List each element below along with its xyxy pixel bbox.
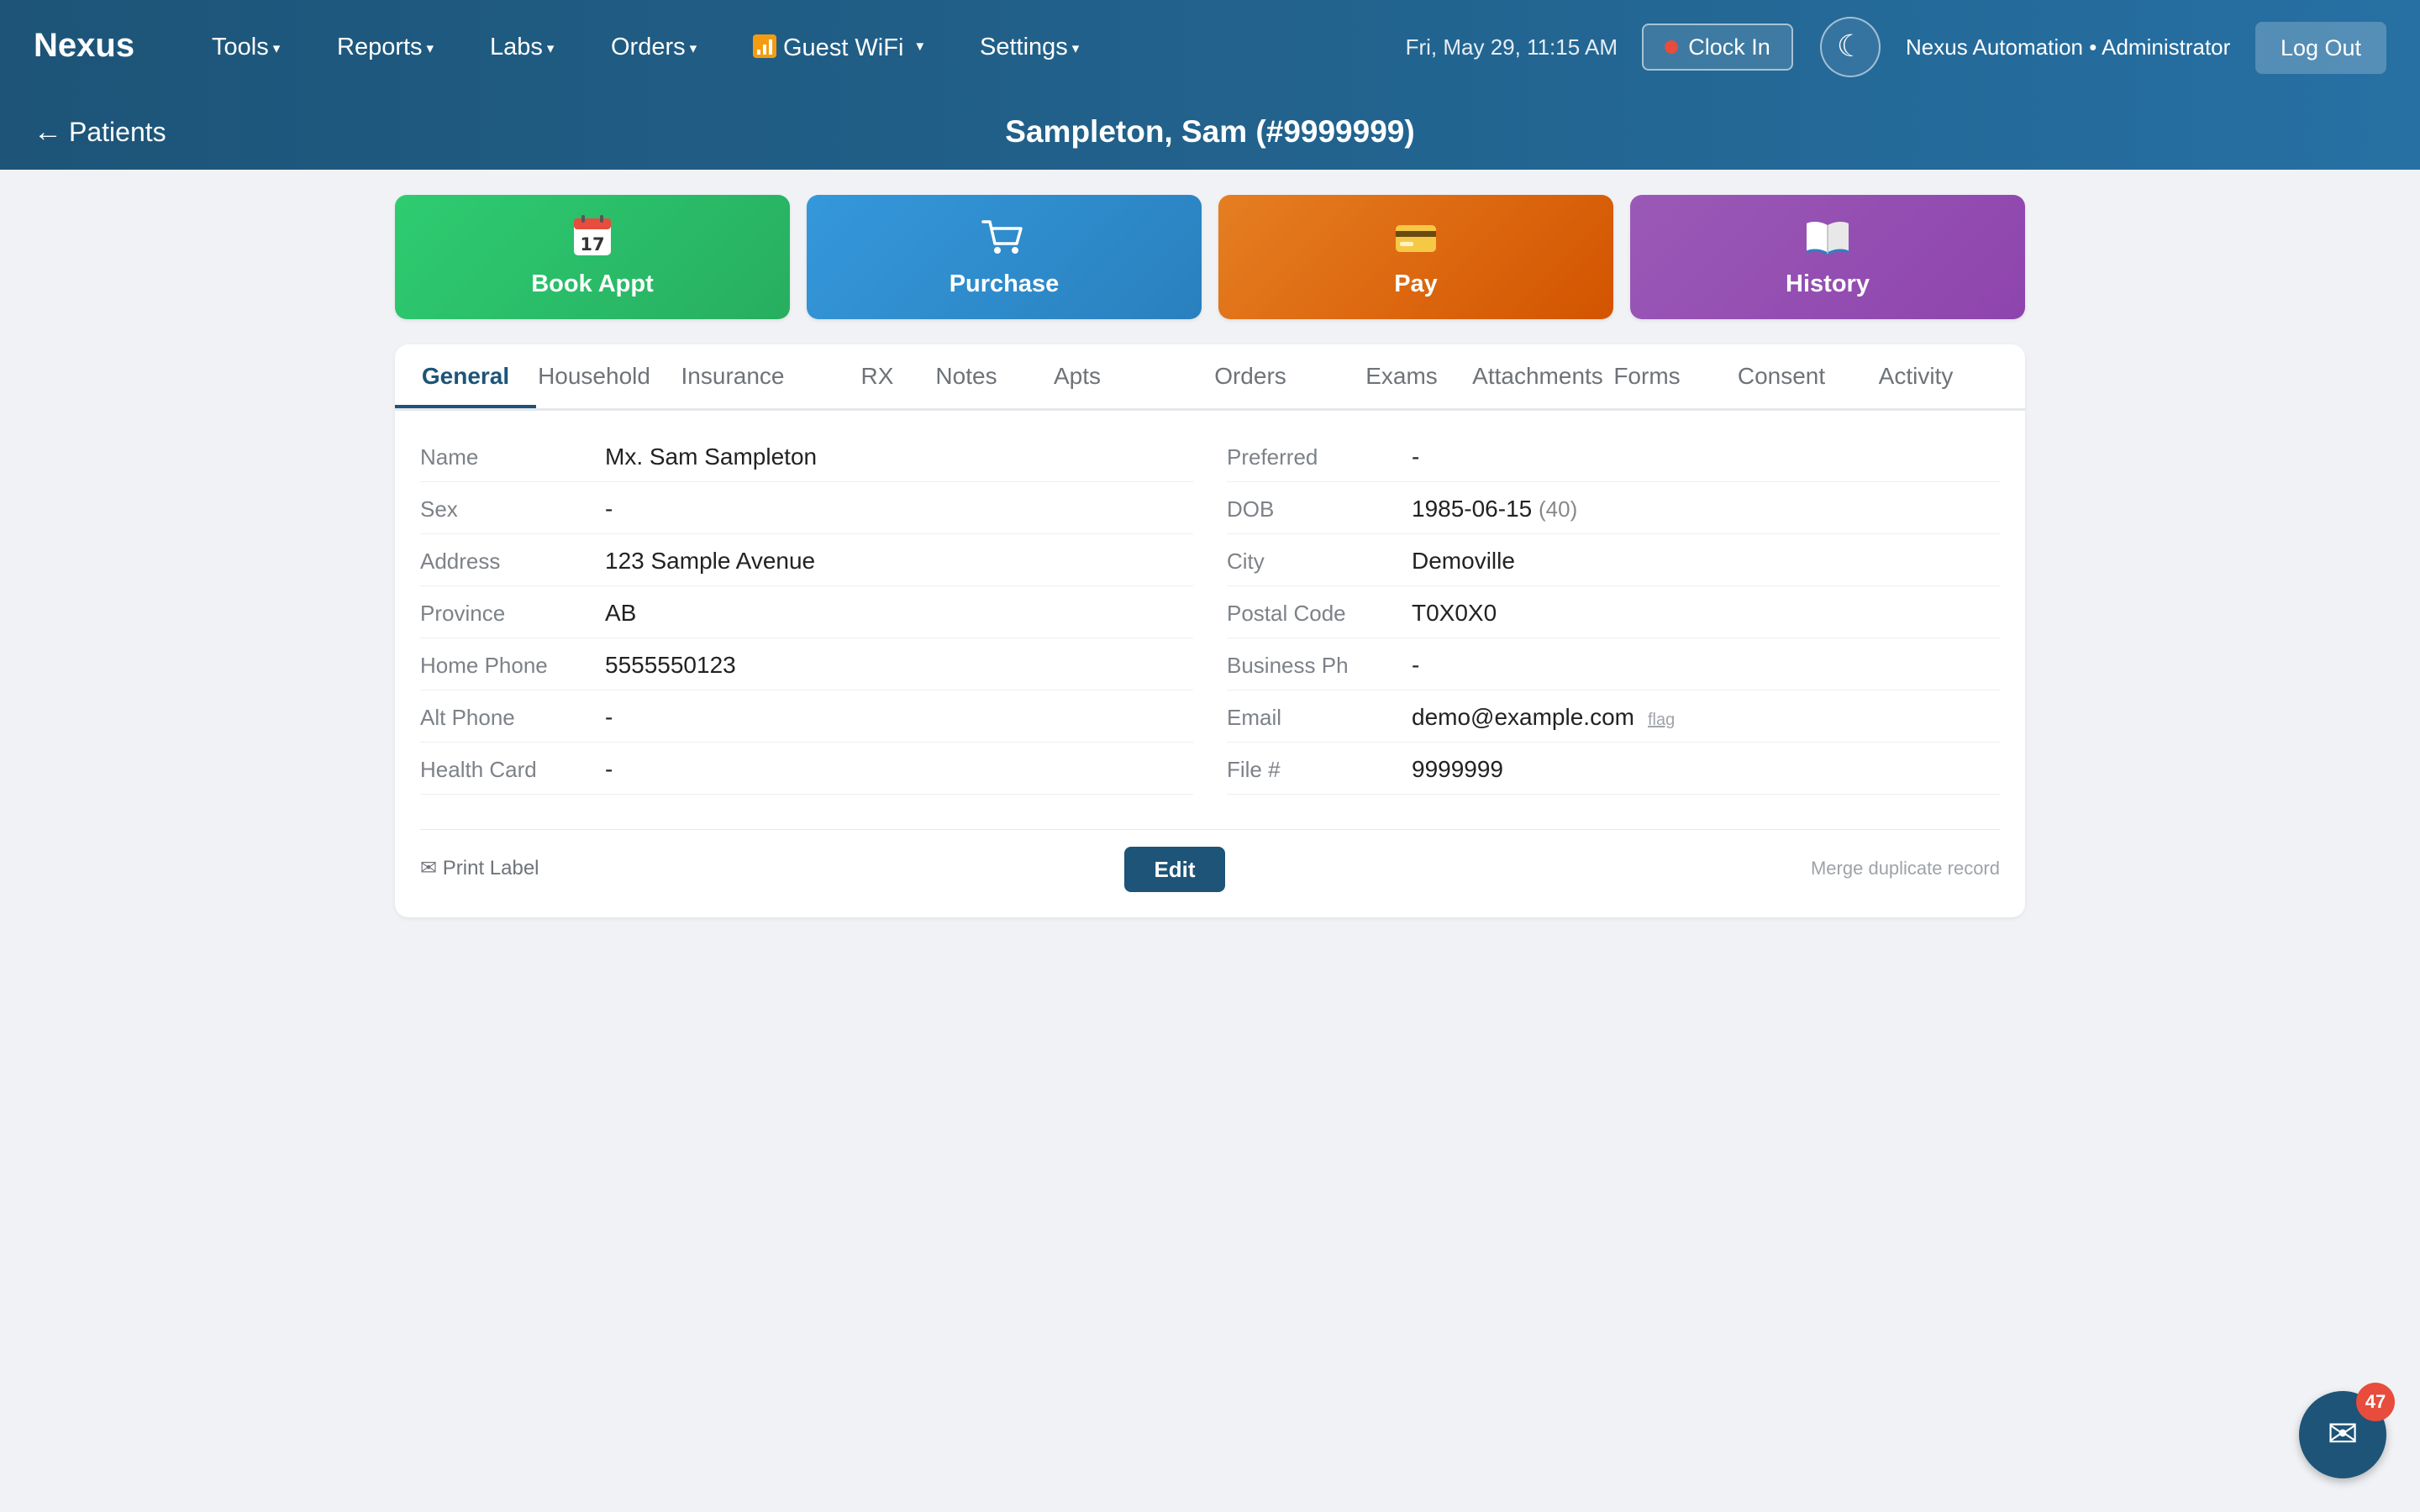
- top-navbar: Nexus Tools ▾ Reports ▾ Labs ▾ Orders ▾ Gues…: [0, 0, 2420, 94]
- tab-bar: General Household Insurance RX Notes Apt…: [395, 344, 2025, 411]
- caret-down-icon: ▾: [426, 40, 434, 56]
- edit-button[interactable]: Edit: [1124, 847, 1225, 892]
- field-label: Email: [1227, 705, 1282, 730]
- patient-details-card: General Household Insurance RX Notes Apt…: [395, 344, 2025, 917]
- field-label: File #: [1227, 757, 1281, 782]
- field-value: 9999999: [1412, 756, 1504, 782]
- patient-header: Sampleton, Sam (#9999999) ← Patients: [0, 94, 2420, 170]
- field-value: -: [605, 756, 613, 782]
- print-label-link[interactable]: ✉ Print Label: [420, 853, 539, 884]
- tab-notes[interactable]: Notes: [916, 344, 1017, 408]
- field-value: 1985-06-15 (40): [1412, 496, 1578, 522]
- field-label: Preferred: [1227, 444, 1318, 470]
- calendar-icon: 17: [574, 215, 611, 255]
- age-badge: (40): [1539, 496, 1578, 522]
- brand-logo[interactable]: Nexus: [34, 24, 134, 67]
- field-value: Demoville: [1412, 548, 1515, 574]
- status-dot-icon: [1665, 40, 1679, 54]
- field-sex: Sex -: [420, 484, 1193, 534]
- caret-down-icon: ▾: [689, 40, 697, 56]
- tab-insurance[interactable]: Insurance: [672, 344, 793, 408]
- field-value: 5555550123: [605, 652, 736, 678]
- field-preferred: Preferred -: [1227, 432, 2000, 482]
- field-value: 123 Sample Avenue: [605, 548, 816, 574]
- field-label: Alt Phone: [420, 705, 515, 730]
- nav-labs-menu[interactable]: Labs ▾: [490, 30, 554, 66]
- field-label: Province: [420, 601, 506, 626]
- pay-label: Pay: [1394, 270, 1438, 297]
- field-file-number: File # 9999999: [1227, 744, 2000, 795]
- merge-duplicate-link[interactable]: Merge duplicate record: [1811, 855, 2000, 882]
- tab-household[interactable]: Household: [536, 344, 652, 408]
- field-value: -: [605, 704, 613, 730]
- field-value: -: [1412, 444, 1420, 470]
- field-email: Email demo@example.com flag: [1227, 692, 2000, 743]
- field-alt-phone: Alt Phone -: [420, 692, 1193, 743]
- book-icon: [1806, 221, 1849, 255]
- wifi-icon: [753, 34, 776, 58]
- purchase-button[interactable]: Purchase: [807, 195, 1202, 319]
- nav-reports-menu[interactable]: Reports ▾: [337, 30, 434, 66]
- nav-settings-menu[interactable]: Settings ▾: [980, 30, 1079, 66]
- caret-down-icon: ▾: [1071, 40, 1080, 56]
- mail-icon: ✉: [2327, 1414, 2359, 1455]
- field-label: City: [1227, 549, 1265, 574]
- cart-icon: [981, 220, 1023, 254]
- field-value: -: [1412, 652, 1420, 678]
- field-label: Business Ph: [1227, 653, 1349, 678]
- history-button[interactable]: History: [1630, 195, 2025, 319]
- nav-tools-menu[interactable]: Tools ▾: [212, 30, 280, 66]
- history-label: History: [1786, 270, 1870, 297]
- field-address: Address 123 Sample Avenue: [420, 536, 1193, 586]
- nav-guest-wifi-menu[interactable]: Guest WiFi ▼: [753, 30, 926, 65]
- field-value: Mx. Sam Sampleton: [605, 444, 818, 470]
- field-postal-code: Postal Code T0X0X0: [1227, 588, 2000, 638]
- field-home-phone: Home Phone 5555550123: [420, 640, 1193, 690]
- field-label: Name: [420, 444, 479, 470]
- field-value: AB: [605, 600, 637, 626]
- field-label: Health Card: [420, 757, 537, 782]
- user-role-label: Nexus Automation • Administrator: [1906, 34, 2231, 60]
- book-appt-label: Book Appt: [531, 270, 654, 297]
- arrow-left-icon: ←: [34, 116, 62, 148]
- field-value: T0X0X0: [1412, 600, 1497, 626]
- field-label: Sex: [420, 496, 458, 522]
- field-value: demo@example.com flag: [1412, 704, 1676, 730]
- field-label: DOB: [1227, 496, 1275, 522]
- tab-consent[interactable]: Consent: [1706, 344, 1857, 408]
- book-appt-button[interactable]: 17 Book Appt: [395, 195, 790, 319]
- field-name: Name Mx. Sam Sampleton: [420, 432, 1193, 482]
- caret-down-icon: ▼: [913, 39, 927, 54]
- field-label: Home Phone: [420, 653, 548, 678]
- field-health-card: Health Card -: [420, 744, 1193, 795]
- credit-card-icon: [1396, 225, 1436, 252]
- moon-icon: ☾: [1836, 29, 1865, 63]
- page-title: Sampleton, Sam (#9999999): [1005, 114, 1415, 149]
- nav-orders-menu[interactable]: Orders ▾: [611, 30, 697, 66]
- tab-general[interactable]: General: [395, 344, 536, 408]
- pay-button[interactable]: Pay: [1218, 195, 1613, 319]
- field-city: City Demoville: [1227, 536, 2000, 586]
- unread-count-badge: 47: [2356, 1383, 2395, 1421]
- field-value: -: [605, 496, 613, 522]
- current-datetime: Fri, May 29, 11:15 AM: [1405, 34, 1618, 60]
- field-label: Postal Code: [1227, 601, 1346, 626]
- flag-email-link[interactable]: flag: [1648, 711, 1675, 729]
- logout-button[interactable]: Log Out: [2255, 22, 2386, 74]
- field-dob: DOB 1985-06-15 (40): [1227, 484, 2000, 534]
- clock-in-button[interactable]: Clock In: [1642, 24, 1793, 71]
- caret-down-icon: ▾: [546, 40, 555, 56]
- purchase-label: Purchase: [949, 270, 1060, 297]
- field-business-phone: Business Ph -: [1227, 640, 2000, 690]
- tab-activity[interactable]: Activity: [1840, 344, 1991, 408]
- caret-down-icon: ▾: [272, 40, 281, 56]
- field-label: Address: [420, 549, 501, 574]
- theme-toggle-button[interactable]: ☾: [1820, 17, 1881, 77]
- field-province: Province AB: [420, 588, 1193, 638]
- back-to-patients-link[interactable]: ← Patients: [34, 114, 166, 150]
- svg-text:17: 17: [580, 234, 604, 255]
- tab-forms[interactable]: Forms: [1576, 344, 1718, 408]
- footer-divider: [420, 829, 2000, 830]
